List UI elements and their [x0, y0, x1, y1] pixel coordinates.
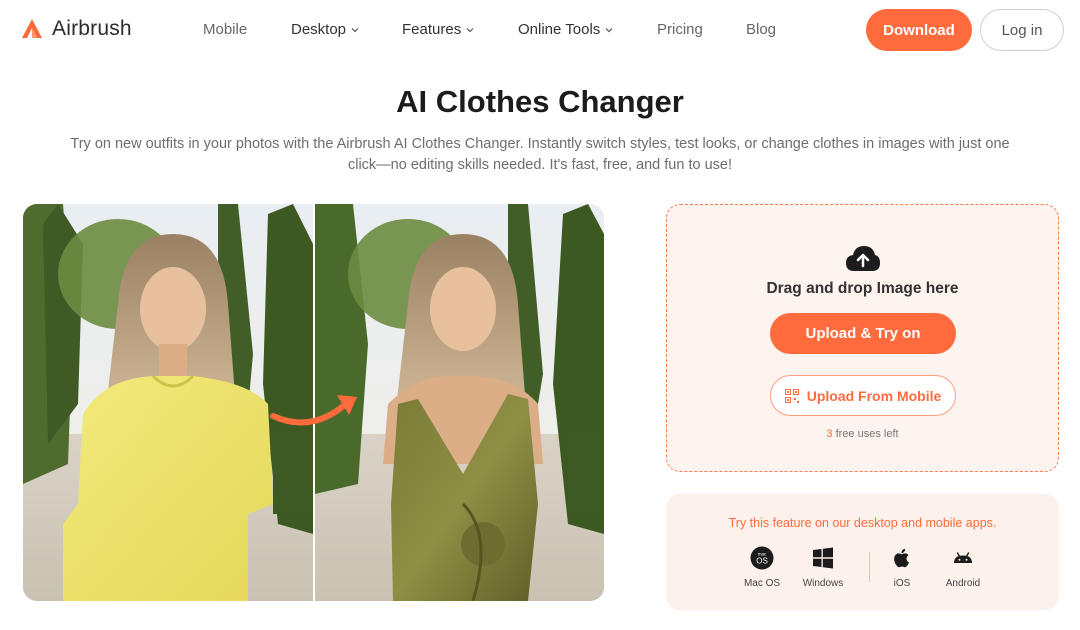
apple-icon	[894, 548, 909, 568]
free-uses-text: 3 free uses left	[667, 428, 1058, 440]
qr-code-icon	[784, 388, 799, 403]
apps-promo: Try this feature on our desktop and mobi…	[666, 494, 1059, 610]
upload-from-mobile-button[interactable]: Upload From Mobile	[770, 375, 956, 416]
subtitle-line: Try on new outfits in your photos with t…	[70, 136, 1010, 152]
free-uses-suffix: free uses left	[832, 428, 899, 440]
before-image	[23, 204, 313, 601]
nav-item-label: Online Tools	[518, 21, 601, 38]
brand-name: Airbrush	[52, 17, 132, 40]
nav-item-label: Pricing	[657, 21, 703, 38]
windows-icon	[813, 547, 833, 569]
chevron-down-icon	[351, 27, 359, 32]
nav-item-online-tools[interactable]: Online Tools	[518, 21, 613, 38]
android-icon	[954, 552, 972, 563]
download-button[interactable]: Download	[866, 9, 972, 51]
drag-drop-text: Drag and drop Image here	[766, 280, 959, 297]
platform-label: Android	[945, 578, 981, 589]
airbrush-logo-icon	[22, 19, 42, 38]
nav-item-label: Desktop	[291, 21, 347, 38]
nav-item-features[interactable]: Features	[402, 21, 474, 38]
nav-item-desktop[interactable]: Desktop	[291, 21, 359, 38]
subtitle-line: click—no editing skills needed. It's fas…	[347, 157, 732, 173]
nav-item-blog[interactable]: Blog	[746, 21, 776, 38]
apps-promo-text: Try this feature on our desktop and mobi…	[728, 516, 997, 530]
nav-item-mobile[interactable]: Mobile	[203, 21, 247, 38]
nav-item-label: Features	[402, 21, 462, 38]
platform-label: Mac OS	[743, 578, 781, 589]
svg-text:OS: OS	[756, 557, 768, 566]
platform-label: Windows	[802, 578, 844, 589]
top-nav: Airbrush Mobile Desktop Features Online …	[0, 0, 1080, 60]
upload-try-on-button[interactable]: Upload & Try on	[770, 313, 956, 354]
logo[interactable]: Airbrush	[20, 17, 132, 41]
platform-label: iOS	[893, 578, 911, 589]
platform-windows[interactable]: Windows	[793, 546, 853, 589]
upload-from-mobile-label: Upload From Mobile	[806, 387, 942, 404]
platform-macos[interactable]: mac OS Mac OS	[732, 546, 792, 589]
login-button[interactable]: Log in	[980, 9, 1064, 51]
cloud-upload-icon	[846, 246, 880, 271]
platform-android[interactable]: Android	[933, 546, 993, 589]
nav-item-label: Mobile	[203, 21, 248, 38]
page-title: AI Clothes Changer	[396, 84, 684, 119]
platform-ios[interactable]: iOS	[872, 546, 932, 589]
upload-dropzone[interactable]: Drag and drop Image here Upload & Try on…	[666, 204, 1059, 472]
macos-icon: mac OS	[750, 546, 774, 570]
before-after-photo	[23, 204, 604, 601]
nav-item-label: Blog	[746, 21, 777, 38]
page-subtitle: Try on new outfits in your photos with t…	[40, 134, 1040, 176]
nav-item-pricing[interactable]: Pricing	[657, 21, 703, 38]
chevron-down-icon	[605, 27, 613, 32]
chevron-down-icon	[466, 27, 474, 32]
after-image	[315, 204, 604, 601]
apps-divider	[869, 552, 870, 582]
